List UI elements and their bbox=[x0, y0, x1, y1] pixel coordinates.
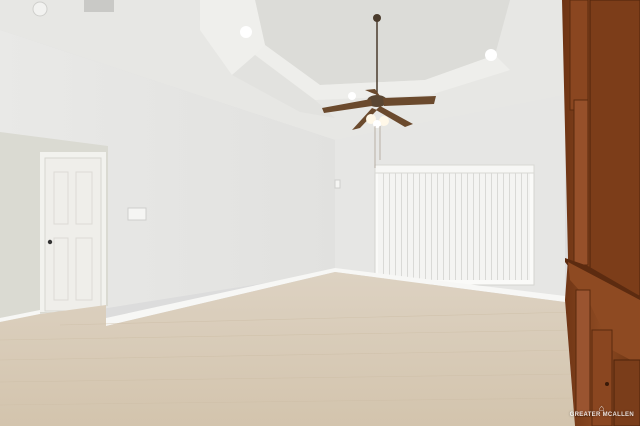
air-vent bbox=[84, 0, 114, 12]
door-knob bbox=[47, 239, 53, 245]
watermark-text: GREATER MCALLEN bbox=[569, 412, 634, 418]
door bbox=[44, 157, 102, 312]
cabinet-knob bbox=[605, 382, 609, 386]
light-switch bbox=[127, 207, 147, 221]
vertical-blinds bbox=[378, 172, 530, 280]
recessed-light bbox=[348, 92, 356, 100]
blinds-valance bbox=[374, 164, 535, 174]
thermostat bbox=[334, 179, 341, 189]
recessed-light bbox=[240, 26, 252, 38]
house-icon: ⌂ bbox=[598, 403, 605, 413]
room-illustration bbox=[0, 0, 640, 426]
smoke-detector bbox=[32, 1, 48, 17]
watermark-logo: ⌂ GREATER MCALLEN bbox=[569, 403, 634, 419]
room-photo: ⌂ GREATER MCALLEN bbox=[0, 0, 640, 426]
recessed-light bbox=[485, 49, 497, 61]
